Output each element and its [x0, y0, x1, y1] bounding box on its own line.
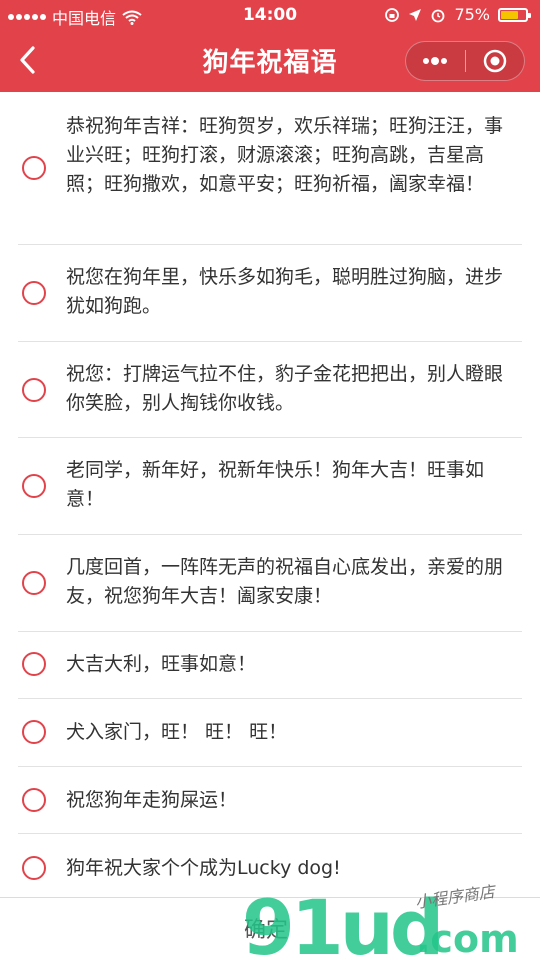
- nav-bar: 狗年祝福语: [0, 30, 540, 92]
- radio-button[interactable]: [22, 378, 46, 402]
- footer-divider: [0, 897, 540, 898]
- more-dots-icon: [423, 57, 448, 65]
- list-item[interactable]: 老同学，新年好，祝新年快乐！狗年大吉！旺事如意！: [0, 438, 540, 535]
- more-button[interactable]: [406, 42, 465, 80]
- blessing-text: 几度回首，一阵阵无声的祝福自心底发出，亲爱的朋友，祝您狗年大吉！阖家安康！: [66, 556, 504, 607]
- list-item[interactable]: 几度回首，一阵阵无声的祝福自心底发出，亲爱的朋友，祝您狗年大吉！阖家安康！: [0, 535, 540, 632]
- close-miniprogram-button[interactable]: [466, 42, 525, 80]
- blessing-text: 祝您在狗年里，快乐多如狗毛，聪明胜过狗脑，进步犹如狗跑。: [66, 266, 504, 317]
- list-item[interactable]: 大吉大利，旺事如意！: [0, 632, 540, 699]
- alarm-icon: [432, 9, 445, 22]
- blessing-text: 恭祝狗年吉祥：旺狗贺岁，欢乐祥瑞；旺狗汪汪，事业兴旺；旺狗打滚，财源滚滚；旺狗高…: [66, 115, 504, 195]
- location-icon: [409, 8, 422, 21]
- header: 中国电信 14:00 75% 狗年祝福语: [0, 0, 540, 92]
- blessing-text: 祝您：打牌运气拉不住，豹子金花把把出，别人瞪眼你笑脸，别人掏钱你收钱。: [66, 363, 504, 414]
- list-item[interactable]: 祝您狗年走狗屎运！: [0, 767, 540, 834]
- blessing-text: 大吉大利，旺事如意！: [66, 653, 257, 675]
- list-item[interactable]: 犬入家门，旺！ 旺！ 旺！: [0, 699, 540, 767]
- battery-percent: 75%: [454, 5, 490, 24]
- blessing-text: 祝您狗年走狗屎运！: [66, 789, 238, 811]
- target-circle-icon: [483, 49, 506, 73]
- radio-button[interactable]: [22, 474, 46, 498]
- radio-button[interactable]: [22, 856, 46, 880]
- radio-button[interactable]: [22, 281, 46, 305]
- radio-button[interactable]: [22, 156, 46, 180]
- list-item[interactable]: 祝您在狗年里，快乐多如狗毛，聪明胜过狗脑，进步犹如狗跑。: [0, 245, 540, 342]
- orientation-lock-icon: [385, 7, 400, 22]
- list-item[interactable]: 狗年祝大家个个成为Lucky dog!: [0, 834, 540, 897]
- radio-button[interactable]: [22, 571, 46, 595]
- list-item[interactable]: 恭祝狗年吉祥：旺狗贺岁，欢乐祥瑞；旺狗汪汪，事业兴旺；旺狗打滚，财源滚滚；旺狗高…: [0, 92, 540, 245]
- confirm-button[interactable]: 确定: [244, 912, 288, 944]
- blessing-text: 狗年祝大家个个成为Lucky dog!: [66, 857, 341, 879]
- radio-button[interactable]: [22, 720, 46, 744]
- status-bar: 中国电信 14:00 75%: [0, 0, 540, 30]
- battery-icon: [498, 7, 531, 22]
- radio-button[interactable]: [22, 788, 46, 812]
- capsule-menu: [405, 41, 525, 81]
- watermark-domain-text: .com: [416, 917, 519, 960]
- list-item[interactable]: 祝您：打牌运气拉不住，豹子金花把把出，别人瞪眼你笑脸，别人掏钱你收钱。: [0, 342, 540, 438]
- radio-button[interactable]: [22, 652, 46, 676]
- blessing-text: 老同学，新年好，祝新年快乐！狗年大吉！旺事如意！: [66, 459, 485, 510]
- blessing-text: 犬入家门，旺！ 旺！ 旺！: [66, 721, 288, 743]
